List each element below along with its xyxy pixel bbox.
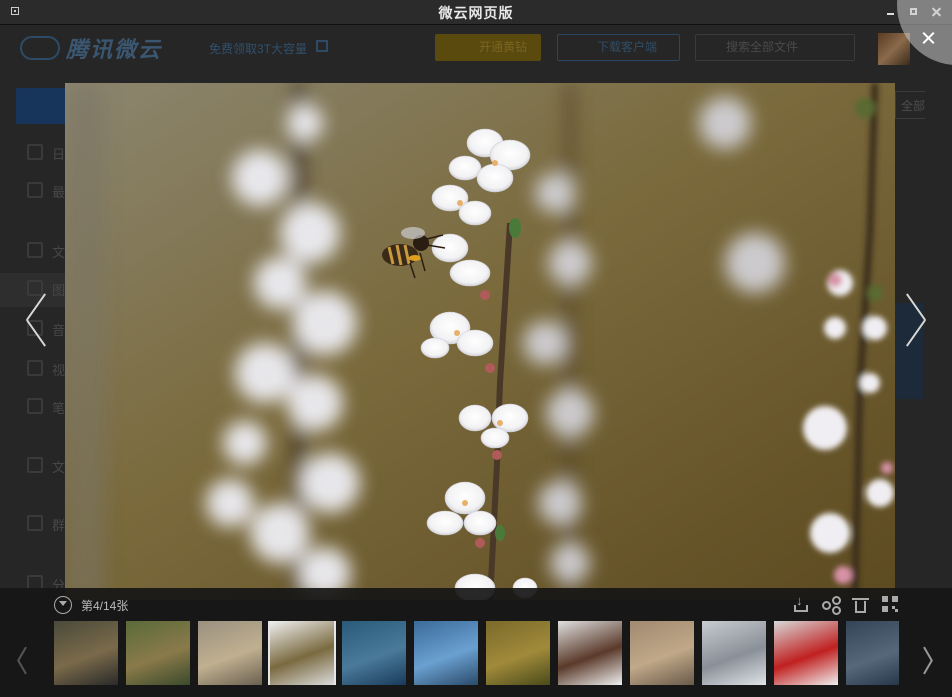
doc-icon [27, 144, 43, 160]
thumb-8[interactable] [558, 621, 622, 685]
sidebar-item: 日 [27, 144, 66, 162]
sidebar-item: 笔 [27, 398, 66, 416]
thumb-4[interactable] [268, 621, 336, 685]
thumb-12[interactable] [846, 621, 899, 685]
clock-icon [27, 182, 43, 198]
sidebar-item-label: 音 [52, 323, 66, 338]
logo-text: 腾讯微云 [66, 37, 163, 62]
download-client-button: 下载客户端 [557, 34, 680, 61]
logo: 腾讯微云 [20, 33, 162, 63]
window-title: 微云网页版 [438, 5, 514, 21]
viewer-bottom-bar: 第4/14张 [0, 588, 952, 697]
upload-button [16, 88, 66, 124]
download-icon[interactable] [792, 593, 810, 614]
grid-icon [316, 40, 328, 52]
sidebar-item-label: 最 [52, 185, 66, 200]
thumb-11[interactable] [774, 621, 838, 685]
sidebar-item-label: 视 [52, 363, 66, 378]
bee-on-blossom-photo [65, 83, 895, 600]
cloud-logo-icon [20, 36, 60, 60]
search-input: 搜索全部文件 [695, 34, 855, 61]
sidebar-item: 文 [27, 242, 66, 260]
sidebar-item-label: 笔 [52, 401, 66, 416]
sidebar-item-label: 文 [52, 460, 66, 475]
minimize-button[interactable] [884, 5, 898, 19]
thumb-1[interactable] [54, 621, 118, 685]
sidebar-item-label: 日 [52, 147, 66, 162]
thumb-2[interactable] [126, 621, 190, 685]
window-titlebar: 微云网页版 [0, 0, 952, 25]
file-icon [27, 242, 43, 258]
thumbnail-strip-next[interactable] [922, 646, 936, 674]
sidebar-item-label: 群 [52, 518, 66, 533]
viewer-close-button[interactable] [897, 0, 952, 70]
next-photo-arrow[interactable] [904, 293, 934, 353]
thumb-10[interactable] [702, 621, 766, 685]
thumb-3[interactable] [198, 621, 262, 685]
sidebar-item-label: 图 [52, 283, 66, 298]
video-icon [27, 360, 43, 376]
share-icon[interactable] [822, 596, 841, 615]
thumb-9[interactable] [630, 621, 694, 685]
photo-counter: 第4/14张 [81, 599, 129, 613]
thumb-6[interactable] [414, 621, 478, 685]
note-icon [27, 398, 43, 414]
sidebar-item: 群 [27, 515, 66, 533]
vip-button: 开通黄钻 [435, 34, 541, 61]
thumbnail-strip [54, 621, 899, 685]
sidebar-item: 最 [27, 182, 66, 200]
delete-icon[interactable] [852, 596, 870, 614]
photo-view [65, 83, 895, 600]
qrcode-icon[interactable] [882, 596, 900, 614]
all-filter-button: 全部 [895, 91, 925, 119]
sidebar-item: 文 [27, 457, 66, 475]
folder-icon [27, 457, 43, 473]
sidebar-item-label: 文 [52, 245, 66, 260]
promo-link: 免费领取3T大容量 [209, 42, 308, 56]
thumb-7[interactable] [486, 621, 550, 685]
sidebar-item: 视 [27, 360, 66, 378]
thumb-5[interactable] [342, 621, 406, 685]
group-icon [27, 515, 43, 531]
thumbnail-strip-prev[interactable] [14, 646, 28, 674]
collapse-thumbnails-button[interactable] [54, 596, 72, 614]
previous-photo-arrow[interactable] [18, 293, 48, 353]
